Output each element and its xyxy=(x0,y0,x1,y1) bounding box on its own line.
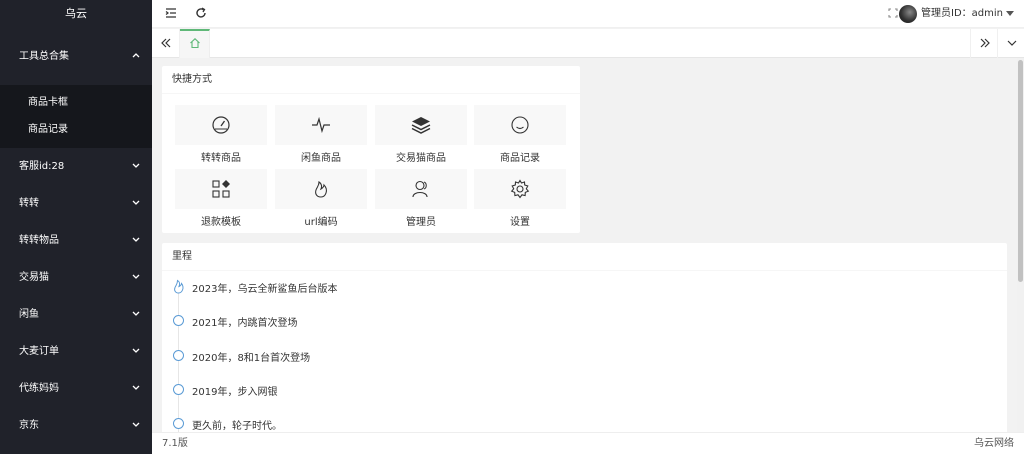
caret-down-icon xyxy=(1006,10,1014,16)
sidebar-item[interactable]: 闲鱼 xyxy=(0,296,152,333)
chevron-down-icon xyxy=(132,370,142,407)
gear-icon xyxy=(510,179,530,199)
timeline-card: 里程 2023年，乌云全新鲨鱼后台版本 2021年，内跳首次登场 2020年，8… xyxy=(162,243,1007,432)
timeline-dot xyxy=(173,350,184,361)
tab-home[interactable] xyxy=(180,29,210,58)
chevron-down-icon xyxy=(132,222,142,259)
sidebar-group-tools[interactable]: 工具总合集 xyxy=(0,28,152,85)
shortcut-zhuanzhuan-goods[interactable]: 转转商品 xyxy=(175,105,267,164)
sidebar: 乌云 工具总合集 商品卡框 商品记录 客服id:28 转转 转转物品 交易猫 闲… xyxy=(0,0,152,454)
tabs-dropdown-button[interactable] xyxy=(998,29,1024,58)
fullscreen-icon[interactable] xyxy=(886,6,900,20)
pulse-icon xyxy=(312,116,330,134)
timeline-item: 2023年，乌云全新鲨鱼后台版本 xyxy=(172,279,772,295)
fire-icon xyxy=(174,279,184,294)
fire-icon xyxy=(315,180,327,198)
tab-bar xyxy=(152,29,1024,58)
sidebar-item-label: 京东 xyxy=(19,420,39,431)
chevron-down-icon xyxy=(132,148,142,185)
indent-icon[interactable] xyxy=(164,6,178,20)
sidebar-item-label: 大麦订单 xyxy=(19,346,59,357)
user-label: 管理员ID：admin xyxy=(921,8,1003,19)
shortcut-settings[interactable]: 设置 xyxy=(474,169,566,228)
tabs-scroll-left-button[interactable] xyxy=(152,29,180,58)
tabs-scroll-right-button[interactable] xyxy=(970,29,998,58)
users-icon xyxy=(412,180,428,198)
brand-label: 乌云网络 xyxy=(974,438,1014,449)
shortcuts-card: 快捷方式 转转商品 闲鱼商品 交易猫商品 商品记录 退款模板 url编码 管理员… xyxy=(162,66,580,233)
sidebar-item-label: 转转物品 xyxy=(19,235,59,246)
shortcut-url-encode[interactable]: url编码 xyxy=(275,169,367,228)
content-scrollbar[interactable] xyxy=(1017,58,1024,432)
timeline-dot xyxy=(173,315,184,326)
sidebar-item-label: 转转 xyxy=(19,198,39,209)
chevron-down-icon xyxy=(132,407,142,444)
footer: 7.1版 乌云网络 xyxy=(152,432,1024,454)
shortcuts-title: 快捷方式 xyxy=(162,66,580,94)
sidebar-item[interactable]: 客服id:28 xyxy=(0,148,152,185)
user-menu[interactable]: 管理员ID：admin xyxy=(899,0,1014,28)
avatar xyxy=(899,5,918,23)
sidebar-item[interactable]: 转转 xyxy=(0,185,152,222)
timeline-item: 2019年，步入网银 xyxy=(172,382,772,398)
sidebar-item[interactable]: 大麦订单 xyxy=(0,333,152,370)
main-content: 快捷方式 转转商品 闲鱼商品 交易猫商品 商品记录 退款模板 url编码 管理员… xyxy=(152,58,1017,432)
chevron-down-icon xyxy=(132,296,142,333)
top-header: 管理员ID：admin xyxy=(152,0,1024,28)
apps-icon xyxy=(212,180,230,198)
layers-icon xyxy=(411,117,431,134)
sidebar-item-label: 交易猫 xyxy=(19,272,49,283)
chevron-up-icon xyxy=(132,28,142,65)
chevron-down-icon xyxy=(132,259,142,296)
sidebar-item-label: 客服id:28 xyxy=(19,161,65,172)
smile-icon xyxy=(511,116,529,134)
timeline-item: 2020年，8和1台首次登场 xyxy=(172,348,772,364)
dashboard-icon xyxy=(212,116,230,134)
shortcut-jiaoyimao-goods[interactable]: 交易猫商品 xyxy=(375,105,467,164)
shortcut-goods-record[interactable]: 商品记录 xyxy=(474,105,566,164)
sidebar-item[interactable]: 京东 xyxy=(0,407,152,444)
sidebar-item-label: 闲鱼 xyxy=(19,309,39,320)
sidebar-group-label: 工具总合集 xyxy=(19,51,69,62)
sidebar-item[interactable]: 转转物品 xyxy=(0,222,152,259)
sidebar-item[interactable]: 交易猫 xyxy=(0,259,152,296)
timeline-dot xyxy=(173,384,184,395)
sidebar-item-label: 代练妈妈 xyxy=(19,383,59,394)
submenu-tools: 商品卡框 商品记录 xyxy=(0,85,152,148)
shortcut-refund-template[interactable]: 退款模板 xyxy=(175,169,267,228)
shortcut-xianyu-goods[interactable]: 闲鱼商品 xyxy=(275,105,367,164)
sidebar-item[interactable]: 代练妈妈 xyxy=(0,370,152,407)
home-icon xyxy=(190,38,200,49)
timeline-dot xyxy=(173,418,184,429)
chevron-down-icon xyxy=(132,185,142,222)
app-logo[interactable]: 乌云 xyxy=(0,0,152,28)
chevron-down-icon xyxy=(132,333,142,370)
version-label: 7.1版 xyxy=(162,438,188,449)
sidebar-subitem[interactable]: 商品记录 xyxy=(0,116,152,143)
shortcut-admin[interactable]: 管理员 xyxy=(375,169,467,228)
timeline-item: 更久前，轮子时代。 xyxy=(172,416,772,432)
sidebar-subitem[interactable]: 商品卡框 xyxy=(0,89,152,116)
timeline-item: 2021年，内跳首次登场 xyxy=(172,313,772,329)
refresh-icon[interactable] xyxy=(194,6,208,20)
timeline-title: 里程 xyxy=(162,243,1007,271)
scrollbar-thumb[interactable] xyxy=(1018,60,1023,282)
